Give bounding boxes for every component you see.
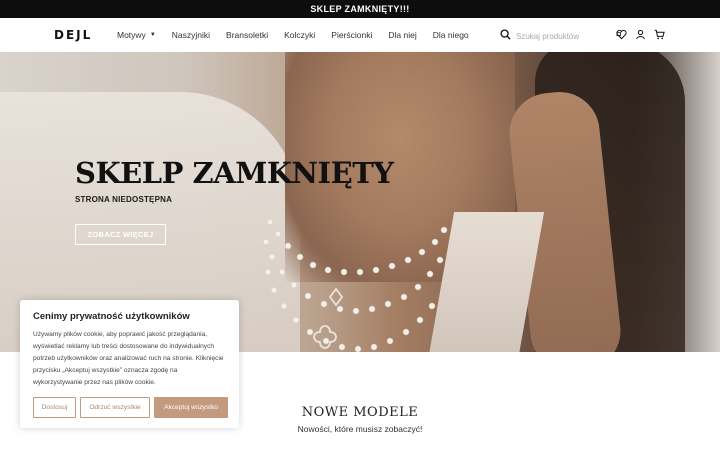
nav-item-label: Dla niej [388, 30, 417, 40]
header-icons [616, 29, 673, 40]
cart-icon[interactable] [654, 29, 665, 40]
nav-item-pierscionki[interactable]: Pierścionki [331, 30, 372, 40]
nav-item-naszyjniki[interactable]: Naszyjniki [172, 30, 210, 40]
nav-item-label: Bransoletki [226, 30, 269, 40]
nav-item-kolczyki[interactable]: Kolczyki [284, 30, 315, 40]
nav-item-motywy[interactable]: Motywy ▼ [117, 30, 156, 40]
hero-subtitle: STRONA NIEDOSTĘPNA [75, 195, 173, 204]
nav-item-label: Kolczyki [284, 30, 316, 40]
search-bar [500, 27, 596, 45]
nav-item-label: Dla niego [432, 30, 469, 40]
nav-item-bransoletki[interactable]: Bransoletki [226, 30, 268, 40]
nav-item-dla-niej[interactable]: Dla niej [388, 30, 416, 40]
wishlist-icon[interactable] [616, 29, 627, 40]
cookie-title: Cenimy prywatność użytkowników [33, 311, 190, 322]
nav-item-label: Motywy [117, 30, 146, 40]
site-logo[interactable]: DEJL [54, 28, 92, 42]
site-header: DEJL Motywy ▼ Naszyjniki Bransoletki Kol… [0, 18, 720, 52]
reject-all-button[interactable]: Odrzuć wszystkie [80, 397, 150, 418]
cookie-buttons: Dostosuj Odrzuć wszystkie Akceptuj wszys… [33, 397, 232, 418]
cookie-text: Używamy plików cookie, aby poprawić jako… [33, 331, 224, 386]
hero-image-pearls [262, 218, 448, 352]
customize-button[interactable]: Dostosuj [33, 397, 76, 418]
chevron-down-icon: ▼ [149, 32, 156, 38]
announcement-text: SKLEP ZAMKNIĘTY!!! [310, 4, 410, 14]
user-icon[interactable] [635, 29, 646, 40]
nav-item-dla-niego[interactable]: Dla niego [433, 30, 469, 40]
main-nav: Motywy ▼ Naszyjniki Bransoletki Kolczyki… [117, 18, 485, 52]
hero-title: SKELP ZAMKNIĘTY [75, 156, 394, 190]
accept-all-button[interactable]: Akceptuj wszystko [154, 397, 228, 418]
see-more-button[interactable]: ZOBACZ WIĘCEJ [75, 224, 166, 245]
search-input[interactable] [516, 31, 596, 41]
nav-item-label: Naszyjniki [171, 30, 211, 40]
search-icon[interactable] [500, 27, 511, 45]
nav-item-label: Pierścionki [331, 30, 373, 40]
announcement-bar: SKLEP ZAMKNIĘTY!!! [0, 0, 720, 18]
cookie-consent-dialog: Cenimy prywatność użytkowników Używamy p… [20, 300, 239, 428]
